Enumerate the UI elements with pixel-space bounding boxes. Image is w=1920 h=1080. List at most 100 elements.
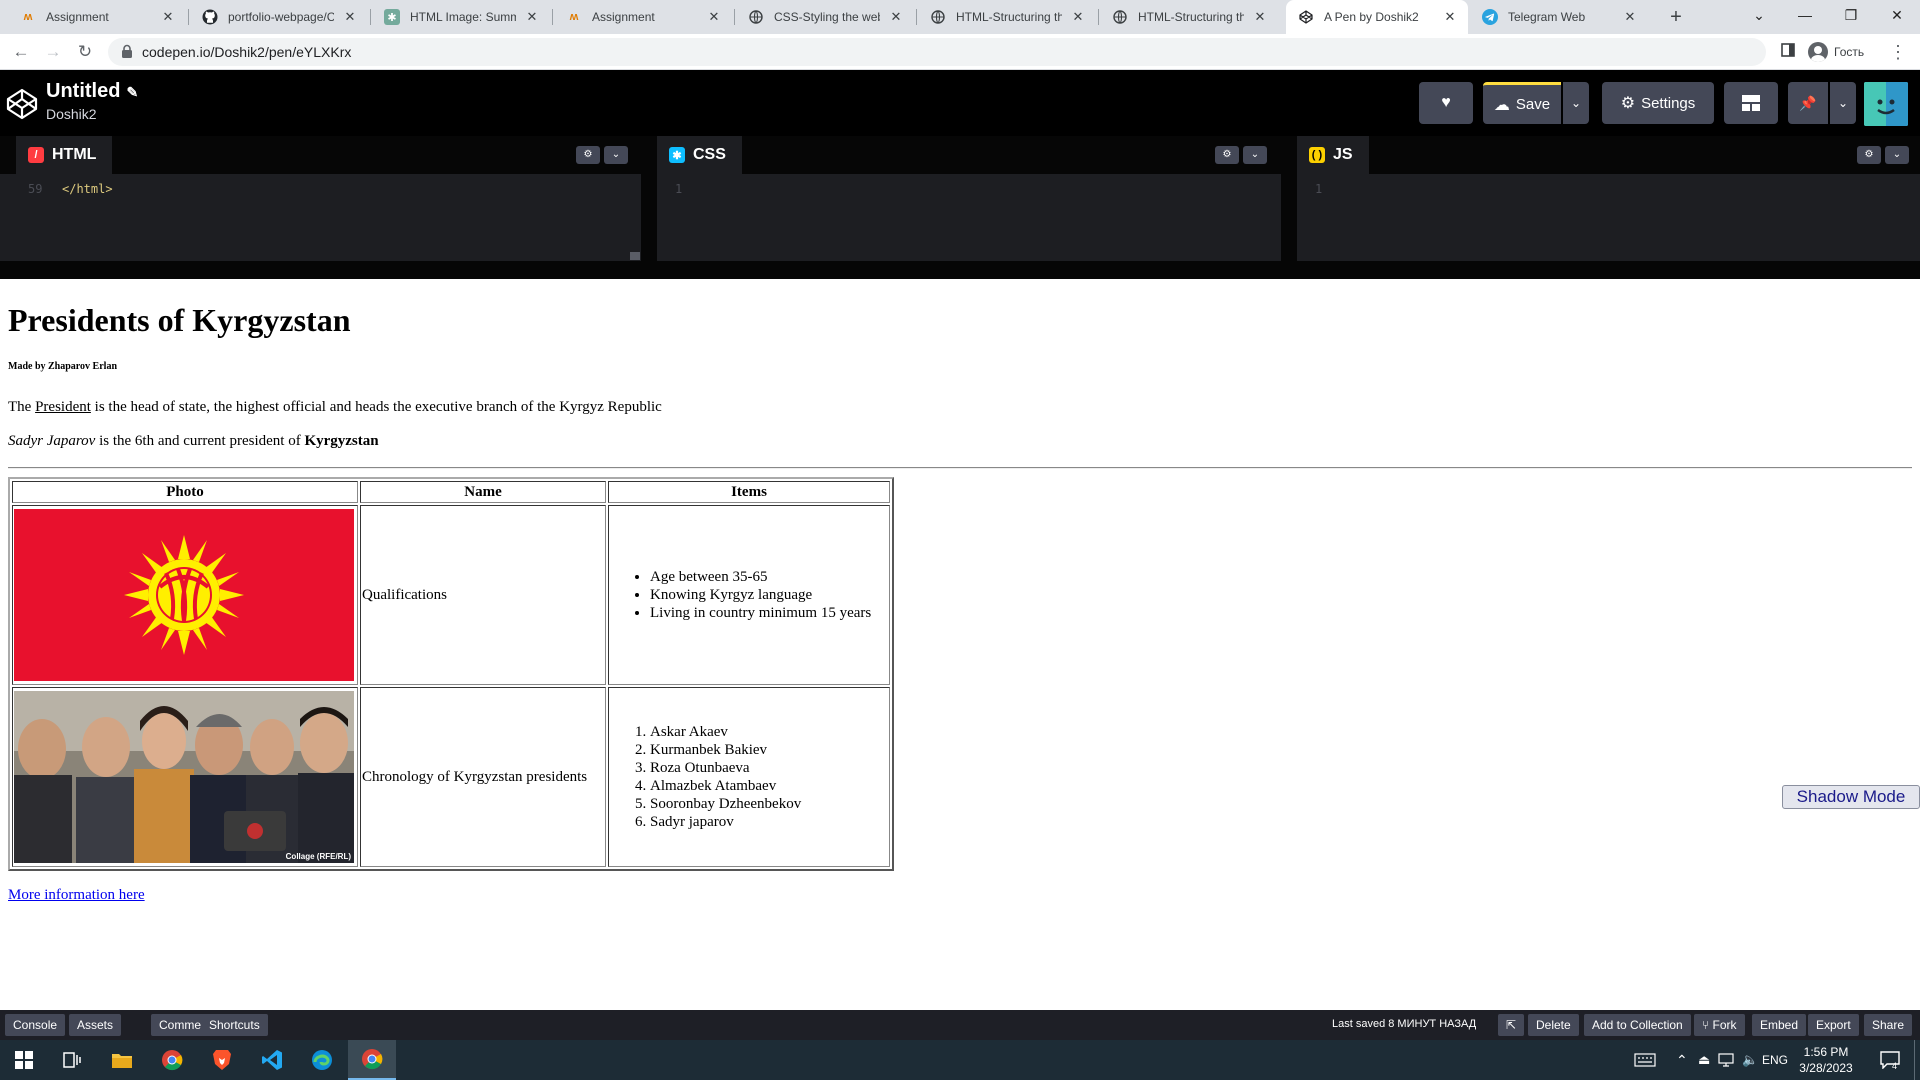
browser-tab[interactable]: portfolio-webpage/Cs ✕ [190,0,368,34]
browser-tab[interactable]: ✱ HTML Image: Summar ✕ [372,0,550,34]
html-code-area[interactable]: 59 </html> [16,174,641,261]
chrome-icon[interactable] [148,1040,196,1080]
close-tab-icon[interactable]: ✕ [888,9,904,25]
network-icon[interactable] [1718,1040,1734,1080]
embed-button[interactable]: Embed [1752,1014,1807,1036]
browser-tab[interactable]: HTML-Structuring the ✕ [918,0,1096,34]
close-tab-icon[interactable]: ✕ [1070,9,1086,25]
browser-tab[interactable]: HTML-Structuring the ✕ [1100,0,1278,34]
close-tab-icon[interactable]: ✕ [706,9,722,25]
js-editor[interactable]: ( ) JS ⚙ ⌄ 1 [1297,136,1920,261]
delete-button[interactable]: Delete [1528,1014,1579,1036]
new-tab-button[interactable]: + [1662,3,1690,31]
save-button[interactable]: ☁ Save [1483,82,1561,124]
edge-icon[interactable] [298,1040,346,1080]
brave-icon[interactable] [198,1040,246,1080]
globe-icon [930,9,946,25]
add-to-collection-button[interactable]: Add to Collection [1584,1014,1691,1036]
editor-resize-bar[interactable] [0,261,1920,279]
editor-panels: / HTML ⚙ ⌄ 59 </html> ✱ CSS ⚙ ⌄ 1 ( ) JS [0,136,1920,279]
reload-icon[interactable]: ↻ [73,40,97,64]
task-view-icon[interactable] [48,1040,96,1080]
show-desktop-button[interactable] [1914,1040,1920,1080]
minimize-button[interactable]: — [1782,0,1828,30]
shadow-mode-button[interactable]: Shadow Mode [1782,785,1920,809]
volume-icon[interactable]: 🔈 [1742,1040,1758,1080]
assets-button[interactable]: Assets [69,1014,122,1036]
usb-icon[interactable]: ⏏ [1698,1040,1710,1080]
love-button[interactable]: ♥ [1419,82,1473,124]
browser-tab-active[interactable]: A Pen by Doshik2 ✕ [1286,0,1468,34]
back-icon[interactable]: ← [9,40,33,64]
tab-html[interactable]: / HTML [16,136,113,174]
language-indicator[interactable]: ENG [1762,1040,1788,1080]
close-tab-icon[interactable]: ✕ [1622,9,1638,25]
browser-tab[interactable]: ʍ Assignment ✕ [8,0,186,34]
close-window-button[interactable]: ✕ [1874,0,1920,30]
browser-menu-icon[interactable]: ⋮ [1886,40,1910,64]
url-text: codepen.io/Doshik2/pen/eYLXKrx [142,44,352,60]
tab-title: A Pen by Doshik2 [1324,10,1419,24]
tab-search-icon[interactable]: ⌄ [1736,0,1782,30]
pen-title[interactable]: Untitled ✎ [46,80,138,103]
panel-resizer[interactable] [1281,136,1297,261]
browser-tab[interactable]: Telegram Web ✕ [1470,0,1648,34]
windows-start-icon[interactable] [0,1040,48,1080]
file-explorer-icon[interactable] [98,1040,146,1080]
pin-dropdown-button[interactable]: ⌄ [1830,82,1856,124]
fork-button[interactable]: ⑂ Fork [1694,1014,1745,1036]
close-tab-icon[interactable]: ✕ [342,9,358,25]
pen-author[interactable]: Doshik2 [46,106,97,122]
settings-button[interactable]: ⚙ Settings [1602,82,1714,124]
tab-js[interactable]: ( ) JS [1297,136,1369,174]
close-tab-icon[interactable]: ✕ [160,9,176,25]
name-cell: Chronology of Kyrgyzstan presidents [360,687,606,867]
pin-button[interactable]: 📌 [1788,82,1828,124]
editor-settings-icon[interactable]: ⚙ [1215,146,1239,164]
line-number: 1 [1315,182,1323,196]
console-button[interactable]: Console [5,1014,66,1036]
forward-icon[interactable]: → [41,40,65,64]
column-header: Name [360,481,606,503]
export-button[interactable]: Export [1808,1014,1859,1036]
js-code-area[interactable]: 1 [1297,174,1920,261]
more-information-link[interactable]: More information here [8,887,145,904]
url-input[interactable]: codepen.io/Doshik2/pen/eYLXKrx [108,38,1766,66]
clock-time: 1:56 PM [1803,1045,1849,1059]
profile-button[interactable]: Гость [1808,40,1864,64]
side-panel-icon[interactable] [1776,40,1800,64]
list-item: Almazbek Atambaev [650,777,888,795]
editor-settings-icon[interactable]: ⚙ [576,146,600,164]
change-view-button[interactable] [1724,82,1778,124]
close-tab-icon[interactable]: ✕ [1442,9,1458,25]
html-editor-label: HTML [52,146,97,163]
editor-settings-icon[interactable]: ⚙ [1857,146,1881,164]
tab-title: HTML Image: Summar [410,10,516,24]
editor-collapse-icon[interactable]: ⌄ [1885,146,1909,164]
editor-collapse-icon[interactable]: ⌄ [1243,146,1267,164]
css-editor[interactable]: ✱ CSS ⚙ ⌄ 1 [657,136,1281,261]
css-code-area[interactable]: 1 [657,174,1281,261]
vscode-icon[interactable] [248,1040,296,1080]
pencil-icon[interactable]: ✎ [126,84,138,100]
open-external-button[interactable]: ⇱ [1498,1014,1525,1036]
html-editor[interactable]: / HTML ⚙ ⌄ 59 </html> [0,136,641,261]
system-clock[interactable]: 1:56 PM 3/28/2023 [1786,1044,1866,1076]
browser-tab[interactable]: CSS-Styling the web-F ✕ [736,0,914,34]
user-avatar[interactable] [1864,82,1908,126]
show-hidden-icons[interactable]: ⌃ [1676,1040,1688,1080]
close-tab-icon[interactable]: ✕ [1252,9,1268,25]
share-button[interactable]: Share [1864,1014,1913,1036]
editor-collapse-icon[interactable]: ⌄ [604,146,628,164]
chrome-active-icon[interactable] [348,1040,396,1080]
save-dropdown-button[interactable]: ⌄ [1563,82,1589,124]
maximize-button[interactable]: ❐ [1828,0,1874,30]
tab-css[interactable]: ✱ CSS [657,136,742,174]
browser-tab[interactable]: ʍ Assignment ✕ [554,0,732,34]
codepen-logo-icon[interactable] [6,88,38,120]
notifications-icon[interactable]: 4 [1880,1040,1900,1080]
cloud-icon: ☁ [1493,96,1510,114]
shortcuts-button[interactable]: Shortcuts [201,1014,268,1036]
keyboard-icon[interactable] [1634,1040,1656,1080]
close-tab-icon[interactable]: ✕ [524,9,540,25]
